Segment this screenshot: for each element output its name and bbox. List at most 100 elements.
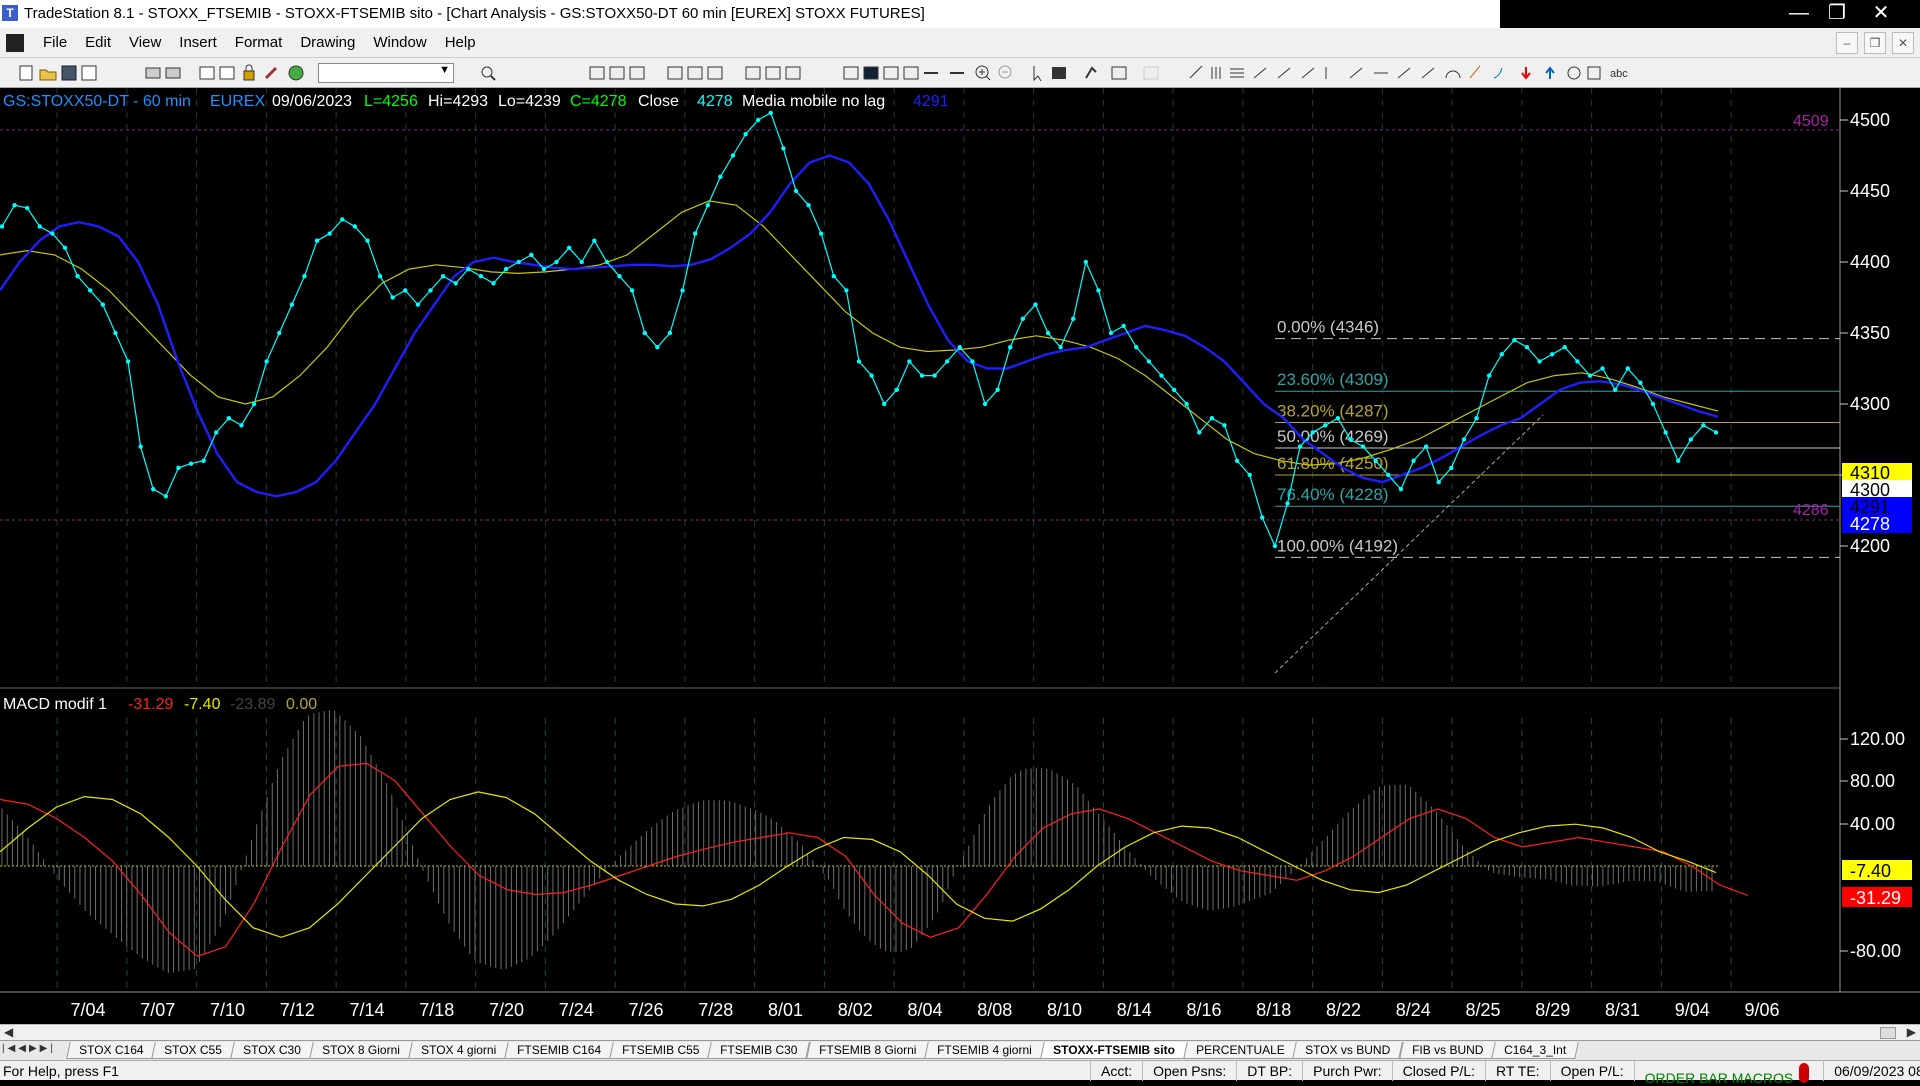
strategy-icon[interactable] [745,66,801,80]
tab-nav-arrows-icon[interactable]: |◀◀▶▶| [2,1043,56,1054]
buy-arrow-icon[interactable] [1545,66,1555,79]
interval-select[interactable]: ▼ [318,63,454,83]
time-axis-label: 9/04 [1675,1000,1710,1020]
macd-title: MACD modif 1 [3,696,107,713]
time-axis-label: 8/25 [1465,1000,1500,1020]
scroll-thumb[interactable] [1880,1027,1896,1039]
mdi-close-icon[interactable]: ✕ [1892,32,1914,54]
close-point [264,359,269,364]
status-field-text: 06/09/2023 08:33 [1834,1063,1920,1079]
tab-label: FTSEMIB 4 giorni [937,1043,1032,1057]
close-current: 4278 [697,93,733,110]
mdi-restore-icon[interactable]: ❐ [1864,32,1886,54]
zoom-in-icon[interactable] [975,65,991,81]
chart-canvas[interactable]: 0.00% (4346)23.60% (4309)38.20% (4287)50… [0,88,1920,1024]
tab-workspace[interactable]: PERCENTUALE [1182,1042,1298,1059]
zoom-chart-icon[interactable] [481,66,496,81]
tab-label: STOX vs BUND [1305,1043,1391,1057]
title-bar: T TradeStation 8.1 - STOXX_FTSEMIB - STO… [0,0,1920,28]
status-field-text: Acct: [1101,1063,1133,1079]
horizontal-scrollbar[interactable]: ◀ ▶ [0,1024,1920,1040]
tab-workspace[interactable]: STOX C164 [66,1042,157,1059]
close-series [0,110,1719,549]
pointer-icon[interactable] [1033,66,1042,82]
toolbar: abc ▼ [0,58,1920,88]
tab-workspace[interactable]: STOX C55 [151,1042,236,1059]
mdi-minimize-icon[interactable]: – [1836,32,1858,54]
help-hint: For Help, press F1 [3,1063,119,1079]
time-axis[interactable]: 7/04 7/07 7/10 7/12 7/14 7/18 7/20 7/24 7/26 7/28… [70,1000,1779,1020]
tile-window-icon[interactable] [219,66,235,80]
tab-workspace[interactable]: FTSEMIB 4 giorni [924,1042,1045,1059]
ellipse-tool-icon[interactable] [1567,66,1581,80]
zoom-out-icon[interactable] [998,65,1012,79]
tab-workspace[interactable]: STOX 4 giorni [408,1042,509,1059]
close-point [365,238,370,243]
new-chart-icon[interactable] [81,65,97,81]
open-folder-icon[interactable] [39,69,57,81]
print-preview-icon[interactable] [165,67,181,79]
time-axis-label: 8/29 [1535,1000,1570,1020]
close-point [403,288,408,293]
close-point [12,203,17,208]
scroll-left-icon[interactable]: ◀ [4,1025,13,1039]
tab-workspace[interactable]: FIB vs BUND [1398,1042,1496,1059]
macd-axis[interactable]: 120.00 80.00 40.00 -80.00 [1840,729,1905,961]
minimize-icon[interactable]: — [1780,0,1818,28]
tab-workspace[interactable]: FTSEMIB C55 [609,1042,713,1059]
close-point [251,401,257,407]
menu-drawing[interactable]: Drawing [291,28,364,58]
restore-icon[interactable]: ❐ [1818,0,1856,28]
tab-workspace[interactable]: STOX C30 [230,1042,314,1059]
tab-label: STOX 4 giorni [421,1043,497,1057]
indicator-icon[interactable] [667,66,723,80]
close-point [201,458,206,463]
tab-workspace[interactable]: STOX vs BUND [1292,1042,1404,1059]
data-window-icon[interactable] [843,66,919,80]
chart-analysis-window[interactable]: 0.00% (4346) 23.60% (4309) 38.20% (4287) 50… [0,88,1920,1031]
close-point [1612,387,1618,392]
tab-label: PERCENTUALE [1195,1043,1285,1057]
sell-arrow-icon[interactable] [1521,67,1531,80]
menu-format[interactable]: Format [226,28,292,58]
chart-window-icon[interactable] [6,34,24,52]
close-point [793,188,799,194]
tab-workspace[interactable]: STOX 8 Giorni [309,1042,413,1059]
crosshair-icon[interactable] [1052,67,1066,79]
tab-workspace[interactable]: C164_3_Int [1491,1042,1579,1059]
tab-workspace[interactable]: FTSEMIB C30 [707,1042,811,1059]
price-badge: 4278 [1842,514,1912,534]
drawing-tools-icon[interactable] [1189,65,1503,79]
color-palette-icon[interactable] [288,65,304,81]
scroll-right-icon[interactable]: ▶ [1907,1025,1916,1039]
window-list-icon[interactable] [199,66,215,80]
price-tick-label: 4300 [1850,394,1890,414]
print-icon[interactable] [145,67,161,79]
menu-view[interactable]: View [120,28,170,58]
paint-brush-icon[interactable] [264,66,278,80]
close-point [1297,444,1303,449]
new-file-icon[interactable] [19,65,33,81]
menu-file[interactable]: File [34,28,76,58]
fibonacci-retracement[interactable]: 0.00% (4346)23.60% (4309)38.20% (4287)50… [1275,318,1840,558]
menu-window[interactable]: Window [364,28,435,58]
tab-workspace[interactable]: FTSEMIB 8 Giorni [806,1042,929,1059]
close-icon[interactable]: ✕ [1862,0,1900,28]
menu-edit[interactable]: Edit [76,28,120,58]
rectangle-tool-icon[interactable] [1587,66,1601,80]
format-icon[interactable] [1111,66,1159,80]
ma-slow-line [0,200,1719,466]
time-axis-label: 7/14 [349,1000,384,1020]
tab-workspace[interactable]: STOXX-FTSEMIB sito [1040,1042,1188,1059]
bar-chart-style-icon[interactable] [589,66,645,80]
lock-icon[interactable] [243,64,255,81]
text-tool-icon[interactable]: abc [1610,68,1628,80]
hand-tool-icon[interactable] [1085,66,1097,79]
tab-workspace[interactable]: FTSEMIB C164 [504,1042,614,1059]
fib-level-label: 23.60% (4309) [1277,370,1389,389]
menu-insert[interactable]: Insert [170,28,226,58]
close-point [1184,401,1189,407]
ma-current: 4291 [913,93,949,110]
menu-help[interactable]: Help [436,28,485,58]
save-icon[interactable] [61,65,77,81]
